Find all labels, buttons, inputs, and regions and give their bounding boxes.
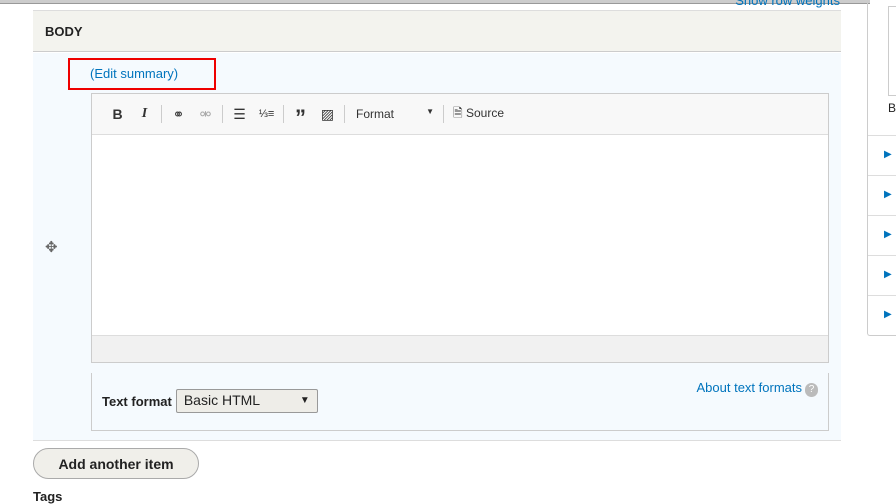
chevron-down-icon: ▼ — [426, 107, 434, 116]
sidebar-box — [888, 6, 896, 96]
chevron-down-icon: ▼ — [299, 395, 310, 406]
link-icon[interactable]: ⚭ — [165, 106, 192, 123]
rich-text-editor: B I ⚭ ⚮ ☰ ⅓≡ ” ▨ Format ▼ 🗎 Source — [91, 93, 829, 363]
sidebar-section-toggle[interactable]: ▶ — [868, 135, 896, 175]
italic-button[interactable]: I — [131, 106, 158, 122]
help-icon[interactable]: ? — [805, 383, 818, 397]
source-button[interactable]: 🗎 Source — [447, 104, 504, 125]
tags-label: Tags — [33, 489, 63, 504]
text-format-select[interactable]: Basic HTML ▼ — [175, 389, 318, 413]
text-format-value: Basic HTML — [183, 392, 261, 408]
add-another-item-button[interactable]: Add another item — [33, 448, 199, 479]
bold-button[interactable]: B — [104, 106, 131, 122]
sidebar-section-toggle[interactable]: ▶ — [868, 255, 896, 295]
sidebar-panel: B ▶ ▶ ▶ ▶ ▶ — [867, 0, 896, 336]
edit-summary-link[interactable]: (Edit summary) — [68, 58, 216, 90]
separator — [344, 105, 345, 123]
editor-status-bar — [92, 335, 828, 362]
sidebar-label: B — [888, 101, 896, 115]
editor-content-area[interactable] — [92, 135, 828, 335]
image-icon[interactable]: ▨ — [314, 106, 341, 123]
sidebar-section-toggle[interactable]: ▶ — [868, 175, 896, 215]
about-text-formats-link[interactable]: About text formats — [697, 380, 803, 395]
separator — [161, 105, 162, 123]
sidebar-section-toggle[interactable]: ▶ — [868, 295, 896, 335]
bulleted-list-icon[interactable]: ☰ — [226, 106, 253, 123]
show-row-weights-link[interactable]: Show row weights — [735, 0, 840, 8]
blockquote-icon[interactable]: ” — [287, 103, 314, 129]
drag-handle-icon[interactable]: ✥ — [45, 238, 58, 256]
format-label: Format — [356, 107, 395, 121]
source-label: Source — [466, 105, 505, 120]
field-header: BODY — [33, 11, 841, 52]
text-format-label: Text format — [102, 393, 172, 409]
separator — [443, 105, 444, 123]
format-dropdown[interactable]: Format ▼ — [348, 107, 440, 121]
unlink-icon[interactable]: ⚮ — [192, 106, 219, 123]
field-row: ✥ (Edit summary) B I ⚭ ⚮ ☰ ⅓≡ ” ▨ Format… — [33, 53, 841, 441]
text-format-wrapper: Text format Basic HTML ▼ About text forma… — [91, 373, 829, 431]
numbered-list-icon[interactable]: ⅓≡ — [253, 108, 280, 120]
editor-toolbar: B I ⚭ ⚮ ☰ ⅓≡ ” ▨ Format ▼ 🗎 Source — [92, 94, 828, 135]
source-icon: 🗎 — [453, 105, 463, 120]
sidebar-section-toggle[interactable]: ▶ — [868, 215, 896, 255]
body-field-table: BODY ✥ (Edit summary) B I ⚭ ⚮ ☰ ⅓≡ ” ▨ F… — [33, 10, 841, 441]
separator — [283, 105, 284, 123]
separator — [222, 105, 223, 123]
